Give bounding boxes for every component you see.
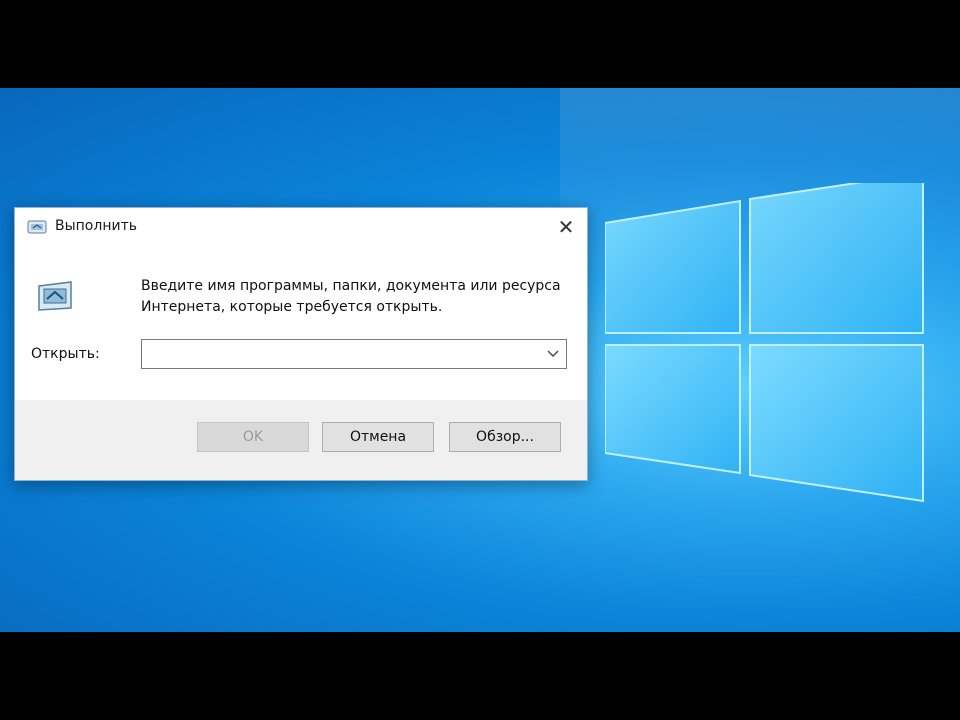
run-icon <box>27 220 47 234</box>
dialog-description: Введите имя программы, папки, документа … <box>141 278 561 315</box>
ok-button[interactable]: OK <box>197 422 309 452</box>
close-icon: ✕ <box>557 215 575 239</box>
open-label: Открыть: <box>31 346 100 362</box>
dropdown-button[interactable] <box>544 345 562 363</box>
letterbox-bottom <box>0 632 960 720</box>
windows-logo-icon <box>605 183 924 503</box>
open-input[interactable] <box>142 340 546 368</box>
dialog-titlebar[interactable]: Выполнить ✕ <box>15 208 587 246</box>
cancel-button[interactable]: Отмена <box>322 422 434 452</box>
close-button[interactable]: ✕ <box>551 212 581 242</box>
letterbox-top <box>0 0 960 88</box>
browse-button[interactable]: Обзор... <box>449 422 561 452</box>
open-combobox[interactable] <box>141 339 567 369</box>
dialog-title: Выполнить <box>55 218 137 234</box>
run-dialog: Выполнить ✕ Введите имя программы, папки… <box>14 207 588 481</box>
run-icon-large <box>38 281 72 311</box>
chevron-down-icon <box>547 350 559 357</box>
